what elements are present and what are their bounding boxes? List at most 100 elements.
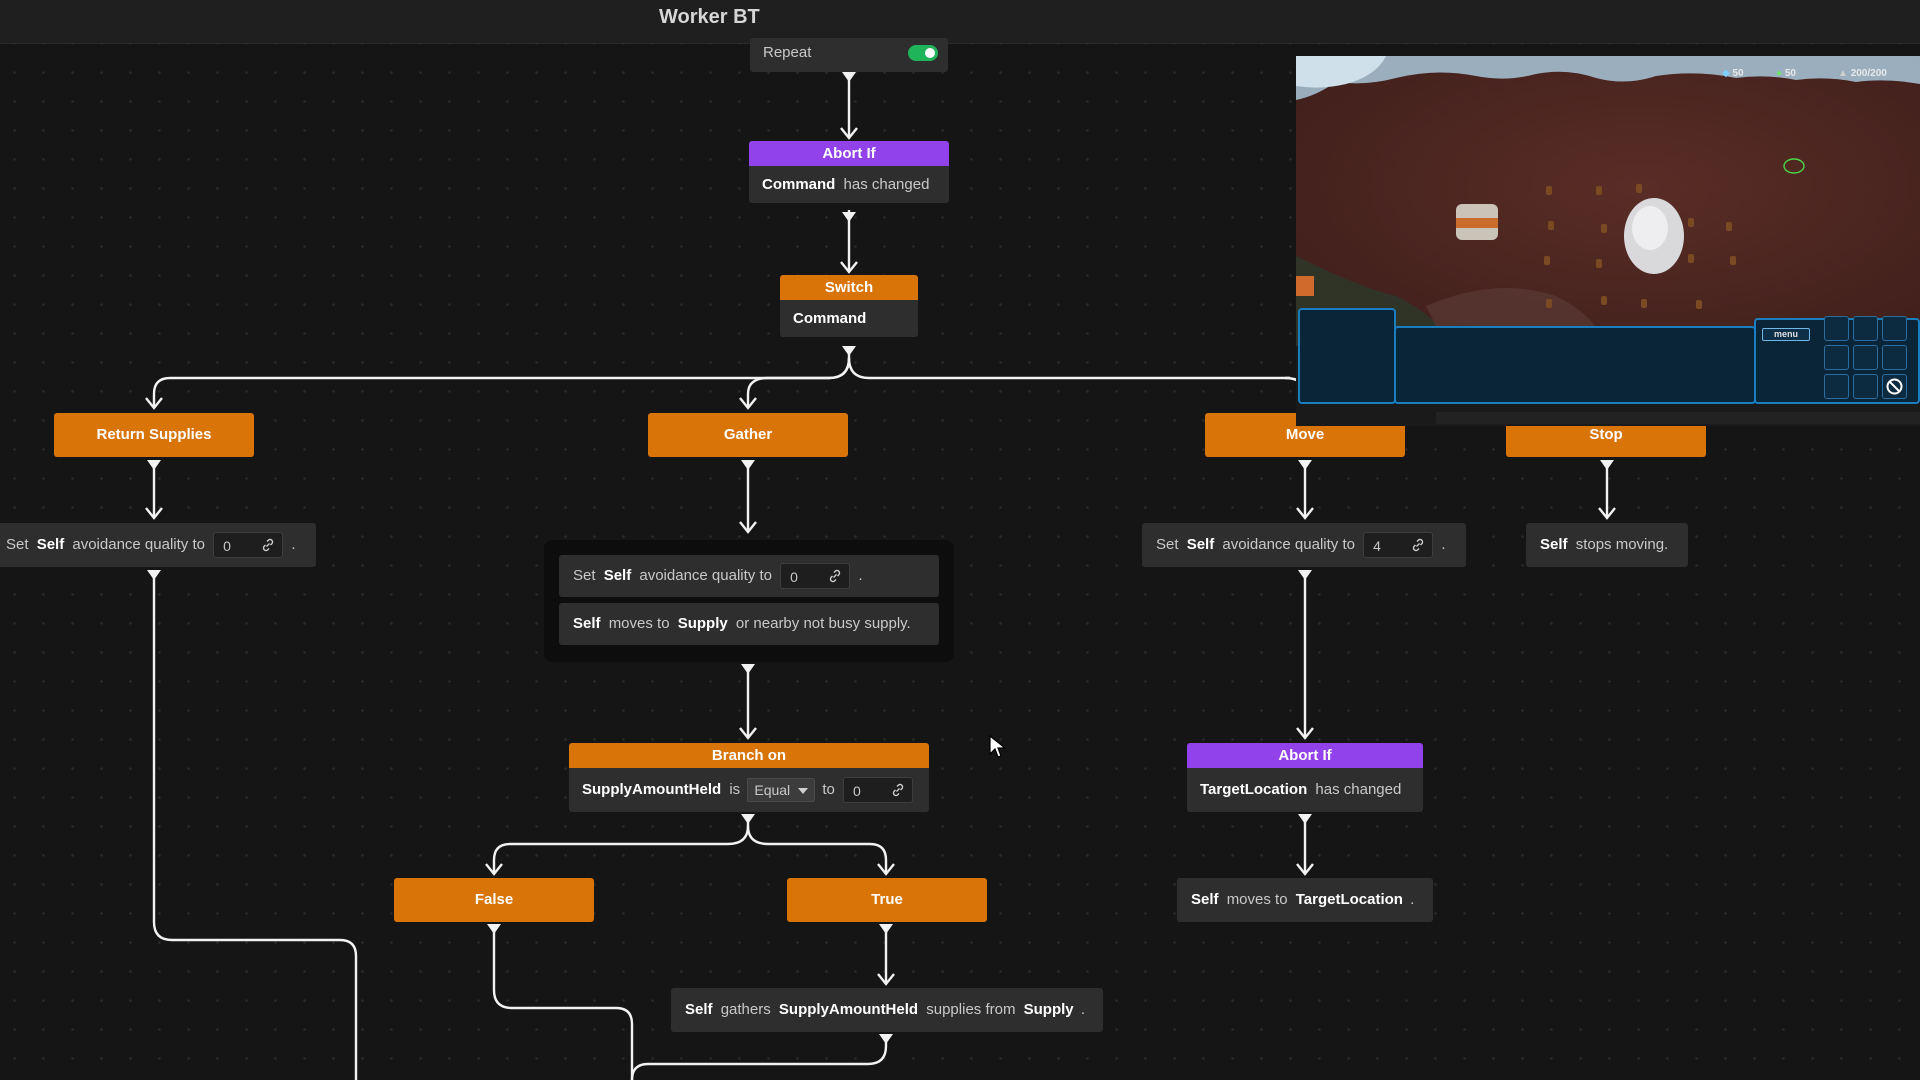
action-subject: Self (685, 1001, 713, 1018)
game-preview-window[interactable]: ◆ 50 ● 50 ▲ 200/200 menu (1296, 56, 1920, 426)
action-text: avoidance quality to (639, 567, 772, 584)
branch-value-input[interactable]: 0 (843, 777, 914, 804)
branch-on-header: Branch on (569, 743, 929, 768)
stops-moving-action[interactable]: Self stops moving. (1526, 523, 1688, 567)
true-node[interactable]: True (787, 878, 987, 922)
chevron-down-icon (798, 788, 809, 795)
action-text: stops moving. (1575, 536, 1669, 553)
gas-icon: ● (1776, 68, 1785, 79)
game-world-view[interactable] (1296, 56, 1920, 346)
repeat-toggle[interactable] (908, 45, 938, 61)
action-text: supplies from (926, 1001, 1016, 1018)
command-slot[interactable] (1824, 374, 1849, 399)
abort-if-command-node[interactable]: Abort If Command has changed (749, 141, 949, 203)
branch-on-to: to (822, 781, 835, 798)
command-slot[interactable] (1882, 345, 1907, 370)
abort-if-body: Command has changed (749, 166, 949, 203)
link-icon[interactable] (890, 782, 906, 798)
action-prefix: Set (573, 567, 596, 584)
menu-button[interactable]: menu (1762, 328, 1810, 341)
branch-on-node[interactable]: Branch on SupplyAmountHeld is Equal to 0 (569, 743, 929, 812)
action-text: avoidance quality to (1222, 536, 1355, 553)
abort-if-body: TargetLocation has changed (1187, 768, 1423, 812)
branch-on-is: is (729, 781, 741, 798)
cancel-icon (1886, 378, 1903, 395)
action-text: avoidance quality to (72, 536, 205, 553)
command-slot[interactable] (1853, 316, 1878, 341)
return-supplies-node[interactable]: Return Supplies (54, 413, 254, 457)
command-slot[interactable] (1853, 374, 1878, 399)
abort-if-header: Abort If (1187, 743, 1423, 768)
action-text: or nearby not busy supply. (735, 615, 911, 632)
action-text: gathers (720, 1001, 771, 1018)
supply-icon: ▲ (1838, 68, 1851, 79)
branch-on-subject: SupplyAmountHeld (582, 781, 722, 798)
link-icon[interactable] (260, 537, 276, 553)
abort-if-target-node[interactable]: Abort If TargetLocation has changed (1187, 743, 1423, 812)
gather-moves-to-supply[interactable]: Self moves to Supply or nearby not busy … (559, 603, 939, 645)
abort-if-subject: TargetLocation (1200, 781, 1308, 798)
operator-dropdown[interactable]: Equal (747, 778, 816, 803)
avoidance-quality-value: 0 (223, 538, 231, 555)
action-subject: Self (573, 615, 601, 632)
action-suffix: . (1080, 1001, 1085, 1018)
action-prefix: Set (1156, 536, 1179, 553)
move-set-avoidance[interactable]: Set Self avoidance quality to 4 . (1142, 523, 1466, 567)
gather-node[interactable]: Gather (648, 413, 848, 457)
game-terrain (1296, 56, 1920, 346)
action-suffix: . (858, 567, 863, 584)
supply-counter: ▲ 200/200 (1838, 68, 1887, 79)
moves-to-target-action[interactable]: Self moves to TargetLocation . (1177, 878, 1433, 922)
action-text: moves to (608, 615, 670, 632)
command-slot[interactable] (1824, 345, 1849, 370)
gathers-supplies-action[interactable]: Self gathers SupplyAmountHeld supplies f… (671, 988, 1103, 1032)
gas-value: 50 (1784, 68, 1796, 79)
avoidance-quality-input[interactable]: 4 (1363, 532, 1434, 559)
action-suffix: . (1441, 536, 1446, 553)
action-target: Supply (1023, 1001, 1074, 1018)
operator-value: Equal (754, 782, 791, 799)
action-text: moves to (1226, 891, 1288, 908)
action-subject: Self (1540, 536, 1568, 553)
avoidance-quality-input[interactable]: 0 (780, 563, 851, 590)
action-target: TargetLocation (1295, 891, 1403, 908)
minerals-counter: ◆ 50 (1722, 68, 1744, 79)
switch-subject: Command (793, 310, 867, 327)
minerals-icon: ◆ (1722, 68, 1733, 79)
abort-if-subject: Command (762, 176, 836, 193)
switch-node[interactable]: Switch Command (780, 275, 918, 337)
avoidance-quality-value: 4 (1373, 538, 1381, 555)
repeat-label: Repeat (763, 44, 812, 61)
branch-value: 0 (853, 783, 861, 800)
action-target: Supply (677, 615, 728, 632)
false-node[interactable]: False (394, 878, 594, 922)
link-icon[interactable] (827, 568, 843, 584)
command-slot[interactable] (1824, 316, 1849, 341)
minerals-value: 50 (1732, 68, 1744, 79)
link-icon[interactable] (1410, 537, 1426, 553)
cancel-command-slot[interactable] (1882, 374, 1907, 399)
action-prefix: Set (6, 536, 29, 553)
action-subject: Self (1191, 891, 1219, 908)
branch-on-body: SupplyAmountHeld is Equal to 0 (569, 768, 929, 812)
abort-if-condition: has changed (843, 176, 930, 193)
avoidance-quality-value: 0 (790, 569, 798, 586)
action-subject: Self (1186, 536, 1215, 553)
top-bar: Worker BT (0, 0, 1920, 44)
tree-title: Worker BT (659, 6, 760, 28)
avoidance-quality-input[interactable]: 0 (213, 532, 284, 559)
gather-set-avoidance[interactable]: Set Self avoidance quality to 0 . (559, 555, 939, 597)
return-supplies-set-avoidance[interactable]: Set Self avoidance quality to 0 . (0, 523, 316, 567)
command-slot[interactable] (1882, 316, 1907, 341)
command-slot[interactable] (1853, 345, 1878, 370)
supply-value: 200/200 (1850, 68, 1887, 79)
minimap-panel[interactable] (1298, 308, 1396, 404)
abort-if-condition: has changed (1315, 781, 1402, 798)
mouse-cursor-icon (989, 734, 1007, 758)
switch-body: Command (780, 300, 918, 337)
repeat-node[interactable]: Repeat (750, 38, 948, 72)
preview-bottom-bar (1436, 412, 1920, 424)
switch-header: Switch (780, 275, 918, 300)
action-suffix: . (291, 536, 296, 553)
action-subject: Self (36, 536, 65, 553)
